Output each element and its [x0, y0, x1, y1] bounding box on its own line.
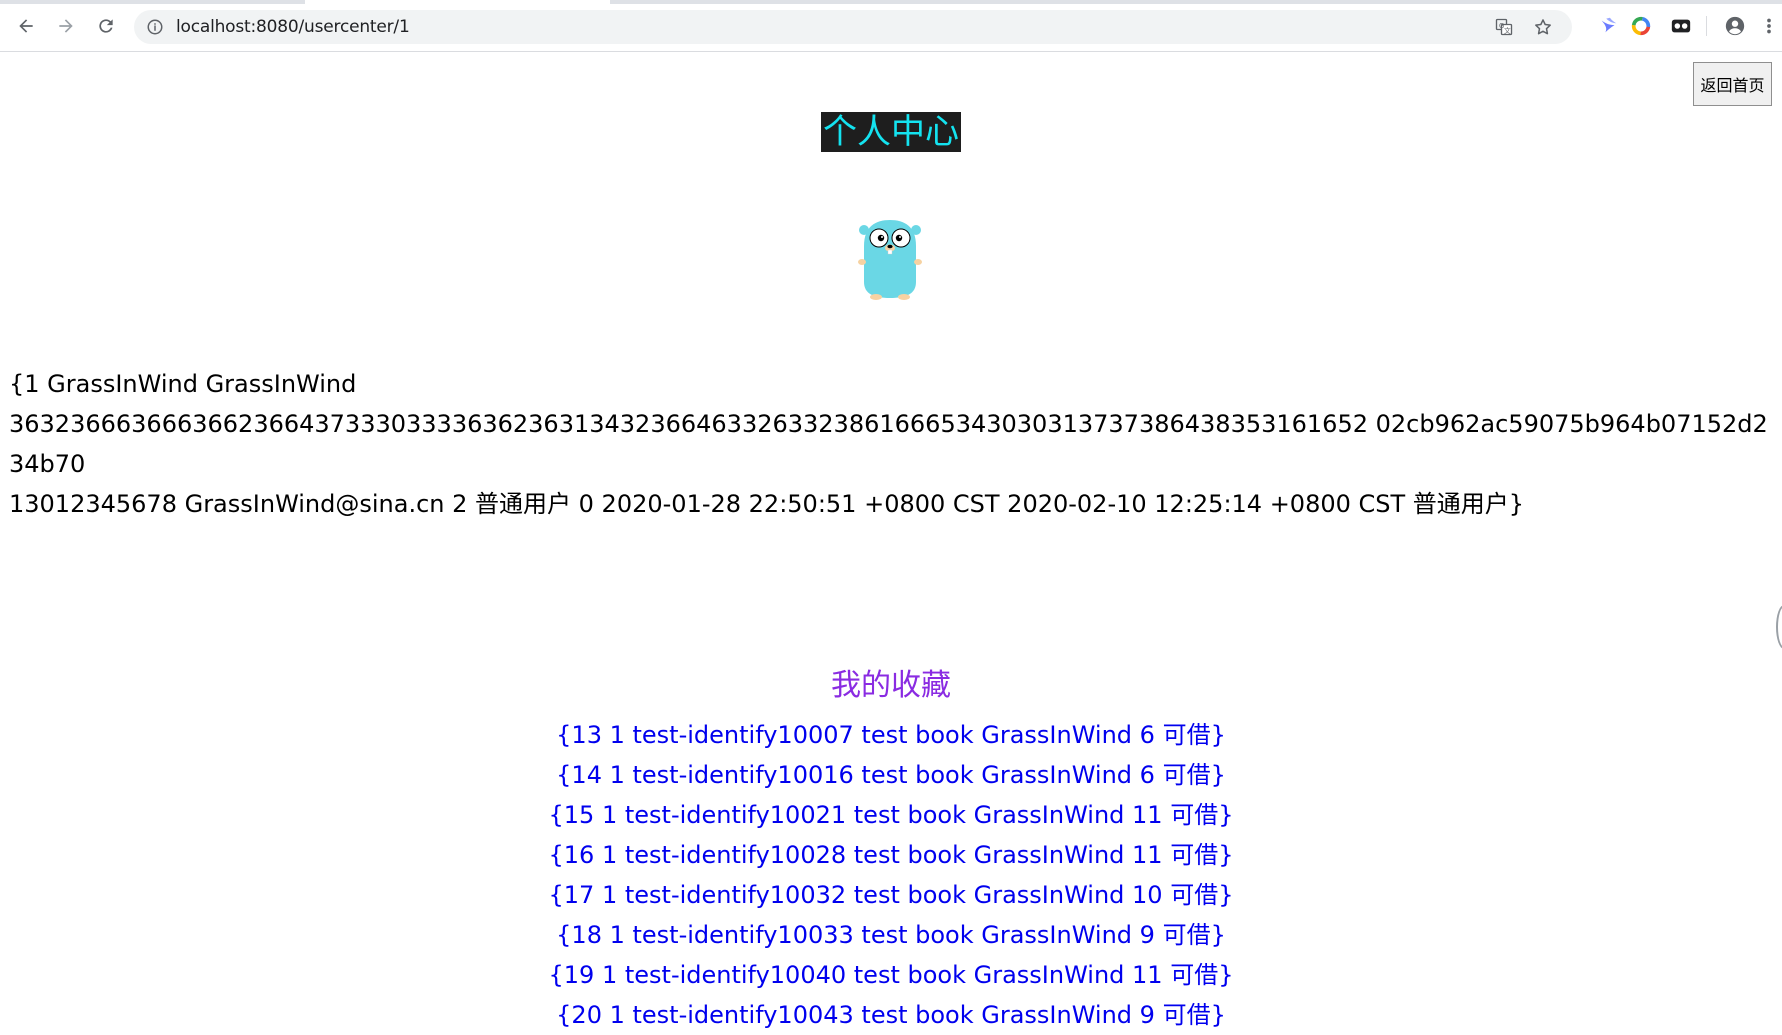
- favorites-list: {13 1 test-identify10007 test book Grass…: [0, 715, 1782, 1035]
- arrow-right-icon: [59, 19, 73, 33]
- back-home-button[interactable]: 返回首页: [1693, 62, 1772, 106]
- floating-edge-widget[interactable]: [1776, 605, 1782, 649]
- toggle-dot-icon[interactable]: [1670, 15, 1692, 37]
- page-title-container: 个人中心: [0, 112, 1782, 152]
- page-title: 个人中心: [821, 112, 961, 152]
- favorite-book-link[interactable]: {17 1 test-identify10032 test book Grass…: [549, 881, 1234, 909]
- toolbar-divider: [1706, 16, 1707, 36]
- address-bar[interactable]: localhost:8080/usercenter/1 G文: [134, 10, 1572, 44]
- forward-button[interactable]: [52, 12, 80, 40]
- url-host: localhost: [176, 17, 251, 37]
- translate-icon[interactable]: G文: [1494, 17, 1514, 37]
- tab-strip: [0, 0, 1782, 4]
- user-info-line-1: {1 GrassInWind GrassInWind: [9, 370, 357, 398]
- swift-bird-icon[interactable]: [1598, 15, 1620, 37]
- account-circle-icon[interactable]: [1724, 15, 1746, 37]
- active-tab[interactable]: [305, 0, 610, 4]
- favorite-book-link[interactable]: {14 1 test-identify10016 test book Grass…: [556, 761, 1226, 789]
- gopher-avatar-icon: [858, 220, 922, 300]
- favorite-book-link[interactable]: {15 1 test-identify10021 test book Grass…: [549, 801, 1234, 829]
- info-icon[interactable]: [146, 18, 164, 36]
- list-item: {19 1 test-identify10040 test book Grass…: [0, 955, 1782, 995]
- favorite-book-link[interactable]: {20 1 test-identify10043 test book Grass…: [556, 1001, 1226, 1029]
- svg-text:文: 文: [1504, 26, 1511, 35]
- list-item: {20 1 test-identify10043 test book Grass…: [0, 995, 1782, 1035]
- reload-icon: [99, 19, 113, 33]
- reload-button[interactable]: [92, 12, 120, 40]
- favorites-title: 我的收藏: [831, 668, 951, 703]
- list-item: {14 1 test-identify10016 test book Grass…: [0, 755, 1782, 795]
- color-ring-icon[interactable]: [1630, 15, 1652, 37]
- star-icon[interactable]: [1533, 17, 1553, 37]
- favorite-book-link[interactable]: {19 1 test-identify10040 test book Grass…: [549, 961, 1234, 989]
- url-path: :8080/usercenter/1: [250, 17, 410, 37]
- user-info-line-3: 13012345678 GrassInWind@sina.cn 2 普通用户 0…: [9, 490, 1525, 518]
- favorite-book-link[interactable]: {13 1 test-identify10007 test book Grass…: [556, 721, 1226, 749]
- vertical-dots-icon[interactable]: [1762, 15, 1776, 37]
- user-info-line-2: 3632366636663662366437333033336362363134…: [9, 410, 1768, 478]
- list-item: {18 1 test-identify10033 test book Grass…: [0, 915, 1782, 955]
- list-item: {16 1 test-identify10028 test book Grass…: [0, 835, 1782, 875]
- address-url[interactable]: localhost:8080/usercenter/1: [176, 17, 410, 37]
- arrow-left-icon: [19, 19, 33, 33]
- list-item: {13 1 test-identify10007 test book Grass…: [0, 715, 1782, 755]
- user-info-text: {1 GrassInWind GrassInWind 36323666366636…: [9, 364, 1777, 524]
- list-item: {17 1 test-identify10032 test book Grass…: [0, 875, 1782, 915]
- favorite-book-link[interactable]: {18 1 test-identify10033 test book Grass…: [556, 921, 1226, 949]
- browser-toolbar: localhost:8080/usercenter/1 G文: [0, 0, 1782, 52]
- list-item: {15 1 test-identify10021 test book Grass…: [0, 795, 1782, 835]
- favorite-book-link[interactable]: {16 1 test-identify10028 test book Grass…: [549, 841, 1234, 869]
- back-button[interactable]: [12, 12, 40, 40]
